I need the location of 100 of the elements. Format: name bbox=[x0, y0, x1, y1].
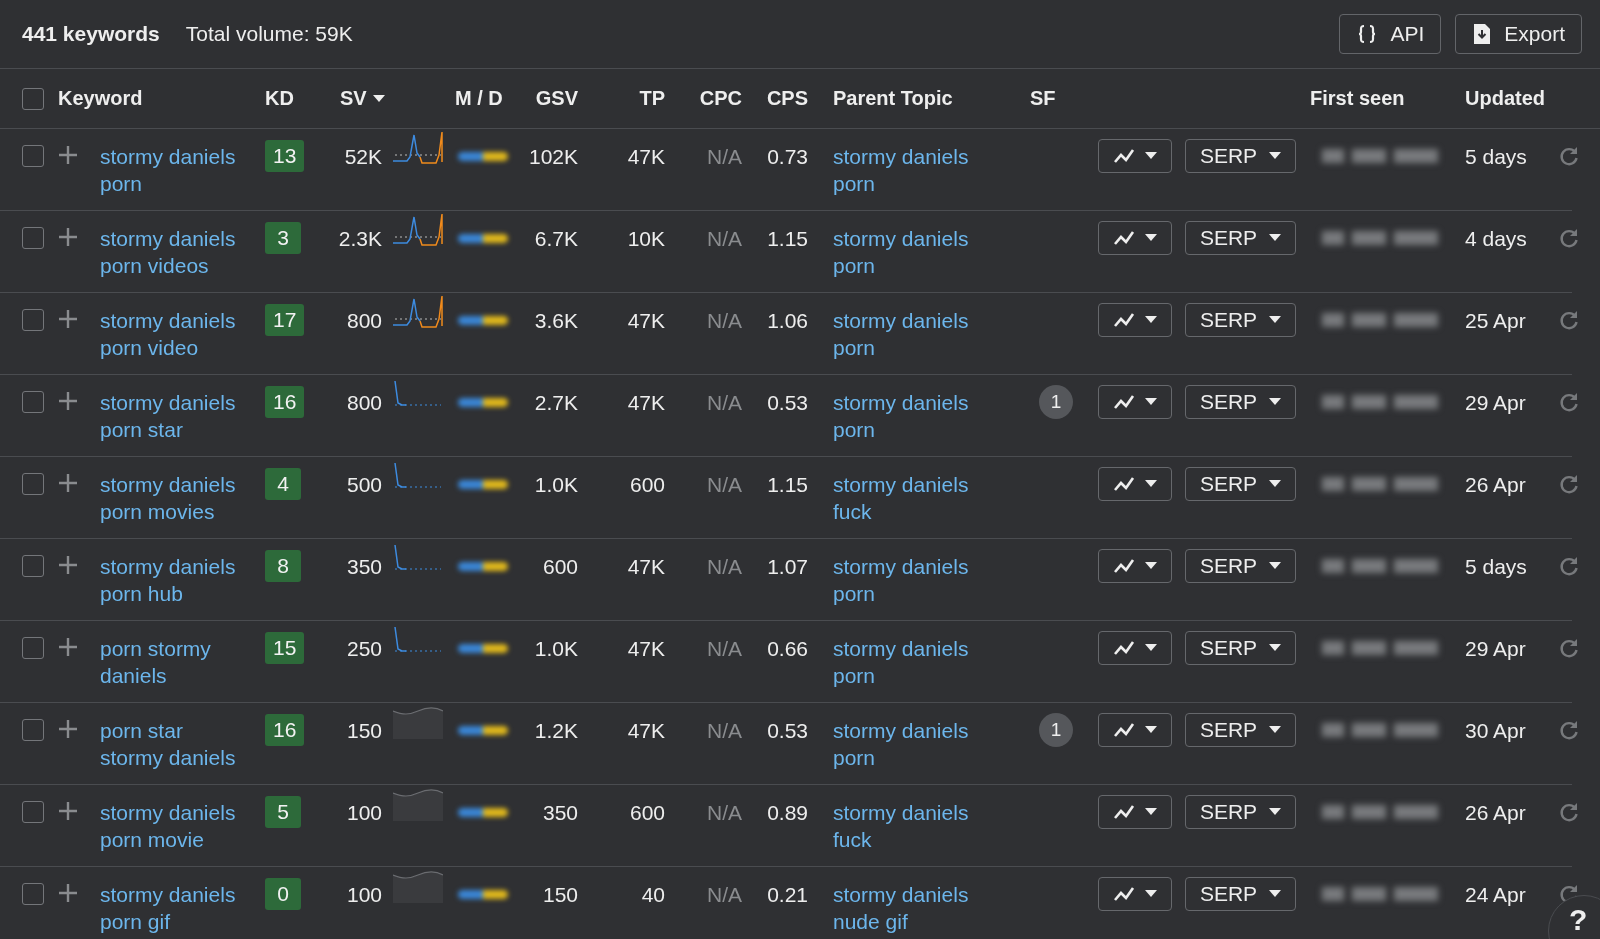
search-volume: 800 bbox=[346, 308, 382, 334]
trend-dropdown-button[interactable] bbox=[1098, 221, 1172, 255]
plus-icon[interactable] bbox=[58, 309, 78, 329]
column-header[interactable]: GSV bbox=[535, 87, 578, 110]
serp-dropdown-button[interactable]: SERP bbox=[1185, 221, 1296, 255]
column-header[interactable]: SV bbox=[318, 87, 385, 110]
refresh-icon[interactable] bbox=[1558, 719, 1580, 741]
refresh-icon[interactable] bbox=[1558, 637, 1580, 659]
serp-dropdown-button[interactable]: SERP bbox=[1185, 303, 1296, 337]
global-volume: 600 bbox=[542, 554, 578, 580]
caret-icon bbox=[1269, 316, 1282, 324]
trend-dropdown-button[interactable] bbox=[1098, 549, 1172, 583]
parent-topic-link[interactable]: stormy daniels porn bbox=[815, 307, 983, 361]
plus-icon[interactable] bbox=[58, 719, 78, 739]
trend-dropdown-button[interactable] bbox=[1098, 795, 1172, 829]
plus-icon[interactable] bbox=[58, 391, 78, 411]
plus-icon[interactable] bbox=[58, 801, 78, 821]
column-header[interactable]: SF bbox=[1030, 87, 1056, 110]
keyword-link[interactable]: stormy daniels porn videos bbox=[100, 225, 250, 279]
parent-topic-link[interactable]: stormy daniels porn bbox=[815, 143, 983, 197]
parent-topic-link[interactable]: stormy daniels fuck bbox=[815, 799, 983, 853]
keyword-link[interactable]: stormy daniels porn movie bbox=[100, 799, 250, 853]
row-checkbox[interactable] bbox=[22, 145, 44, 167]
keyword-link[interactable]: stormy daniels porn star bbox=[100, 389, 250, 443]
help-button[interactable]: ? bbox=[1548, 895, 1600, 939]
refresh-icon[interactable] bbox=[1558, 227, 1580, 249]
traffic-potential: 47K bbox=[627, 390, 665, 416]
plus-icon[interactable] bbox=[58, 883, 78, 903]
trend-dropdown-button[interactable] bbox=[1098, 467, 1172, 501]
refresh-icon[interactable] bbox=[1558, 555, 1580, 577]
plus-icon[interactable] bbox=[58, 145, 78, 165]
parent-topic-link[interactable]: stormy daniels porn bbox=[815, 225, 983, 279]
column-header[interactable]: CPS bbox=[766, 87, 815, 110]
refresh-icon[interactable] bbox=[1558, 391, 1580, 413]
export-button[interactable]: Export bbox=[1455, 14, 1582, 54]
trend-dropdown-button[interactable] bbox=[1098, 877, 1172, 911]
keyword-link[interactable]: stormy daniels porn bbox=[100, 143, 250, 197]
parent-topic-link[interactable]: stormy daniels porn bbox=[815, 635, 983, 689]
plus-icon[interactable] bbox=[58, 473, 78, 493]
row-checkbox[interactable] bbox=[22, 719, 44, 741]
row-checkbox[interactable] bbox=[22, 473, 44, 495]
serp-dropdown-button[interactable]: SERP bbox=[1185, 549, 1296, 583]
keyword-link[interactable]: porn stormy daniels bbox=[100, 635, 250, 689]
api-button[interactable]: API bbox=[1339, 14, 1442, 54]
column-header[interactable]: Keyword bbox=[58, 87, 265, 110]
column-header[interactable]: TP bbox=[639, 87, 665, 110]
keyword-count: 441 keywords bbox=[22, 22, 160, 46]
search-volume: 350 bbox=[346, 554, 382, 580]
parent-topic-link[interactable]: stormy daniels porn bbox=[815, 553, 983, 607]
caret-icon bbox=[1145, 726, 1157, 734]
serp-dropdown-button[interactable]: SERP bbox=[1185, 631, 1296, 665]
column-header[interactable]: KD bbox=[265, 87, 318, 110]
column-header[interactable]: CPC bbox=[699, 87, 742, 110]
plus-icon[interactable] bbox=[58, 227, 78, 247]
column-header[interactable]: First seen bbox=[1310, 87, 1465, 110]
trend-dropdown-button[interactable] bbox=[1098, 713, 1172, 747]
plus-icon[interactable] bbox=[58, 555, 78, 575]
column-header[interactable]: Parent Topic bbox=[815, 87, 1030, 110]
serp-dropdown-button[interactable]: SERP bbox=[1185, 467, 1296, 501]
serp-features-count[interactable]: 1 bbox=[1039, 713, 1073, 747]
row-checkbox[interactable] bbox=[22, 883, 44, 905]
trend-dropdown-button[interactable] bbox=[1098, 631, 1172, 665]
trend-dropdown-button[interactable] bbox=[1098, 303, 1172, 337]
column-header[interactable]: Updated bbox=[1465, 87, 1550, 110]
keyword-link[interactable]: stormy daniels porn hub bbox=[100, 553, 250, 607]
serp-dropdown-button[interactable]: SERP bbox=[1185, 795, 1296, 829]
serp-dropdown-button[interactable]: SERP bbox=[1185, 385, 1296, 419]
serp-dropdown-button[interactable]: SERP bbox=[1185, 139, 1296, 173]
row-checkbox[interactable] bbox=[22, 637, 44, 659]
select-all-checkbox[interactable] bbox=[22, 87, 44, 110]
cpc-value: N/A bbox=[707, 636, 742, 662]
parent-topic-link[interactable]: stormy daniels fuck bbox=[815, 471, 983, 525]
keyword-link[interactable]: stormy daniels porn video bbox=[100, 307, 250, 361]
refresh-icon[interactable] bbox=[1558, 473, 1580, 495]
trend-dropdown-button[interactable] bbox=[1098, 139, 1172, 173]
row-checkbox[interactable] bbox=[22, 227, 44, 249]
caret-icon bbox=[1145, 890, 1157, 898]
refresh-icon[interactable] bbox=[1558, 801, 1580, 823]
column-header[interactable]: M / D bbox=[455, 87, 530, 110]
row-checkbox[interactable] bbox=[22, 555, 44, 577]
cps-value: 1.15 bbox=[767, 226, 809, 252]
updated-date: 4 days bbox=[1465, 226, 1528, 252]
blurred-bar-drawing bbox=[458, 234, 508, 243]
serp-dropdown-button[interactable]: SERP bbox=[1185, 713, 1296, 747]
keyword-link[interactable]: porn star stormy daniels bbox=[100, 717, 250, 771]
plus-icon[interactable] bbox=[58, 637, 78, 657]
refresh-icon[interactable] bbox=[1558, 145, 1580, 167]
serp-features-count[interactable]: 1 bbox=[1039, 385, 1073, 419]
keyword-link[interactable]: stormy daniels porn movies bbox=[100, 471, 250, 525]
refresh-icon[interactable] bbox=[1558, 309, 1580, 331]
parent-topic-link[interactable]: stormy daniels porn bbox=[815, 389, 983, 443]
parent-topic-link[interactable]: stormy daniels porn bbox=[815, 717, 983, 771]
parent-topic-link[interactable]: stormy daniels nude gif bbox=[815, 881, 983, 935]
trend-dropdown-button[interactable] bbox=[1098, 385, 1172, 419]
global-volume: 1.0K bbox=[534, 472, 578, 498]
row-checkbox[interactable] bbox=[22, 309, 44, 331]
row-checkbox[interactable] bbox=[22, 801, 44, 823]
serp-dropdown-button[interactable]: SERP bbox=[1185, 877, 1296, 911]
keyword-link[interactable]: stormy daniels porn gif bbox=[100, 881, 250, 935]
row-checkbox[interactable] bbox=[22, 391, 44, 413]
